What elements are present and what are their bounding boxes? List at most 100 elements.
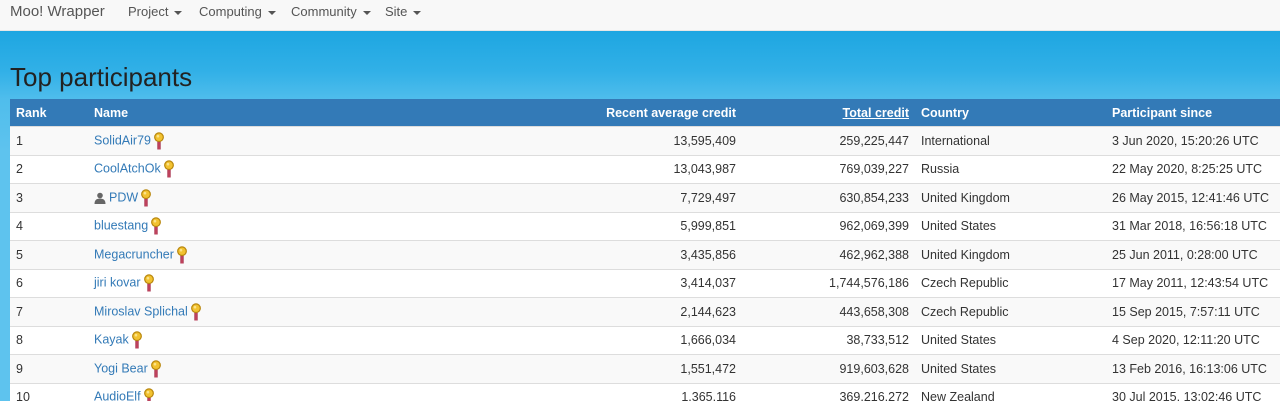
name-cell: Kayak bbox=[88, 325, 288, 355]
medal-icon bbox=[154, 132, 164, 150]
medal-icon bbox=[131, 331, 142, 349]
name-cell: Yogi Bear bbox=[88, 354, 288, 383]
participant-name-link[interactable]: jiri kovar bbox=[94, 276, 141, 290]
total-credit-cell: 259,225,447 bbox=[742, 126, 915, 155]
nav-computing-dropdown[interactable]: Computing bbox=[199, 4, 276, 19]
rank-cell: 10 bbox=[10, 382, 88, 401]
nav-computing-label: Computing bbox=[199, 4, 262, 19]
caret-down-icon bbox=[362, 10, 371, 15]
rank-cell: 8 bbox=[10, 325, 88, 355]
recent-average-credit-cell: 1,666,034 bbox=[288, 325, 742, 355]
table-row: 4 bluestang 5,999,851 962,069,399 United… bbox=[10, 211, 1280, 241]
header-participant-since[interactable]: Participant since bbox=[1106, 99, 1280, 127]
header-total-credit: Total credit bbox=[742, 99, 915, 127]
total-credit-cell: 369,216,272 bbox=[742, 382, 915, 401]
total-credit-cell: 462,962,388 bbox=[742, 240, 915, 269]
rank-cell: 2 bbox=[10, 154, 88, 184]
recent-average-credit-cell: 1,365,116 bbox=[288, 382, 742, 401]
table-row: 9 Yogi Bear 1,551,472 919,603,628 United… bbox=[10, 354, 1280, 383]
user-icon[interactable] bbox=[94, 192, 106, 204]
country-cell: United Kingdom bbox=[915, 183, 1106, 212]
table-row: 5 Megacruncher 3,435,856 462,962,388 Uni… bbox=[10, 240, 1280, 269]
name-cell: Miroslav Splichal bbox=[88, 297, 288, 326]
nav-site-dropdown[interactable]: Site bbox=[385, 4, 422, 19]
nav-community-dropdown[interactable]: Community bbox=[291, 4, 371, 19]
recent-average-credit-cell: 13,595,409 bbox=[288, 126, 742, 155]
header-recent-average-credit[interactable]: Recent average credit bbox=[288, 99, 742, 127]
participant-name-link[interactable]: Megacruncher bbox=[94, 247, 174, 261]
participant-name-link[interactable]: Kayak bbox=[94, 333, 129, 347]
recent-average-credit-cell: 3,414,037 bbox=[288, 268, 742, 298]
table-row: 3 PDW 7,729,497 630,854,233 United Kingd… bbox=[10, 183, 1280, 212]
rank-cell: 5 bbox=[10, 240, 88, 269]
table-row: 2 CoolAtchOk 13,043,987 769,039,227 Russ… bbox=[10, 154, 1280, 184]
recent-average-credit-cell: 2,144,623 bbox=[288, 297, 742, 326]
rank-cell: 7 bbox=[10, 297, 88, 326]
participant-since-cell: 30 Jul 2015, 13:02:46 UTC bbox=[1106, 382, 1280, 401]
nav-project-dropdown[interactable]: Project bbox=[128, 4, 183, 19]
country-cell: United States bbox=[915, 354, 1106, 383]
nav-community-label: Community bbox=[291, 4, 357, 19]
participant-name-link[interactable]: CoolAtchOk bbox=[94, 162, 161, 176]
country-cell: Czech Republic bbox=[915, 297, 1106, 326]
name-cell: PDW bbox=[88, 183, 288, 212]
recent-average-credit-cell: 7,729,497 bbox=[288, 183, 742, 212]
sort-total-credit-link[interactable]: Total credit bbox=[843, 106, 909, 120]
medal-icon bbox=[143, 274, 154, 292]
participant-since-cell: 26 May 2015, 12:41:46 UTC bbox=[1106, 183, 1280, 212]
medal-icon bbox=[190, 303, 201, 321]
country-cell: United States bbox=[915, 211, 1106, 241]
participant-since-cell: 31 Mar 2018, 16:56:18 UTC bbox=[1106, 211, 1280, 241]
participant-name-link[interactable]: Miroslav Splichal bbox=[94, 304, 188, 318]
country-cell: New Zealand bbox=[915, 382, 1106, 401]
medal-icon bbox=[177, 246, 187, 264]
caret-down-icon bbox=[174, 10, 183, 15]
recent-average-credit-cell: 5,999,851 bbox=[288, 211, 742, 241]
navbar: Moo! Wrapper Project Computing Community… bbox=[0, 0, 1280, 31]
medal-icon bbox=[141, 189, 152, 207]
participant-since-cell: 25 Jun 2011, 0:28:00 UTC bbox=[1106, 240, 1280, 269]
participant-name-link[interactable]: SolidAir79 bbox=[94, 133, 151, 147]
participant-name-link[interactable]: PDW bbox=[109, 190, 138, 204]
table-row: 8 Kayak 1,666,034 38,733,512 United Stat… bbox=[10, 325, 1280, 355]
header-name: Name bbox=[94, 105, 129, 120]
country-cell: United States bbox=[915, 325, 1106, 355]
total-credit-cell: 769,039,227 bbox=[742, 154, 915, 184]
medal-icon bbox=[163, 160, 174, 178]
name-cell: Megacruncher bbox=[88, 240, 288, 269]
header-country: Country bbox=[921, 105, 969, 120]
table-row: 1 SolidAir79 13,595,409 259,225,447 Inte… bbox=[10, 126, 1280, 155]
participant-since-cell: 15 Sep 2015, 7:57:11 UTC bbox=[1106, 297, 1280, 326]
table-row: 6 jiri kovar 3,414,037 1,744,576,186 Cze… bbox=[10, 268, 1280, 298]
medal-icon bbox=[143, 388, 154, 401]
table-row: 7 Miroslav Splichal 2,144,623 443,658,30… bbox=[10, 297, 1280, 326]
participants-table-container: Rank Name Recent average credit Total cr… bbox=[10, 99, 1280, 401]
name-cell: bluestang bbox=[88, 211, 288, 241]
caret-down-icon bbox=[413, 10, 422, 15]
country-cell: United Kingdom bbox=[915, 240, 1106, 269]
table-row: 10 AudioElf 1,365,116 369,216,272 New Ze… bbox=[10, 382, 1280, 401]
name-cell: CoolAtchOk bbox=[88, 154, 288, 184]
caret-down-icon bbox=[267, 10, 276, 15]
participant-since-cell: 3 Jun 2020, 15:20:26 UTC bbox=[1106, 126, 1280, 155]
brand-link[interactable]: Moo! Wrapper bbox=[10, 3, 105, 20]
nav-site-label: Site bbox=[385, 4, 408, 19]
total-credit-cell: 962,069,399 bbox=[742, 211, 915, 241]
medal-icon bbox=[150, 360, 161, 378]
medal-icon bbox=[151, 217, 162, 235]
table-header-row: Rank Name Recent average credit Total cr… bbox=[10, 99, 1280, 127]
rank-cell: 9 bbox=[10, 354, 88, 383]
rank-cell: 6 bbox=[10, 268, 88, 298]
participant-name-link[interactable]: Yogi Bear bbox=[94, 361, 148, 375]
total-credit-cell: 919,603,628 bbox=[742, 354, 915, 383]
country-cell: Russia bbox=[915, 154, 1106, 184]
participant-since-cell: 17 May 2011, 12:43:54 UTC bbox=[1106, 268, 1280, 298]
participant-since-cell: 4 Sep 2020, 12:11:20 UTC bbox=[1106, 325, 1280, 355]
country-cell: Czech Republic bbox=[915, 268, 1106, 298]
participants-table: Rank Name Recent average credit Total cr… bbox=[10, 99, 1280, 401]
participant-name-link[interactable]: AudioElf bbox=[94, 390, 141, 401]
recent-average-credit-cell: 13,043,987 bbox=[288, 154, 742, 184]
participant-name-link[interactable]: bluestang bbox=[94, 219, 148, 233]
rank-cell: 3 bbox=[10, 183, 88, 212]
rank-cell: 1 bbox=[10, 126, 88, 155]
